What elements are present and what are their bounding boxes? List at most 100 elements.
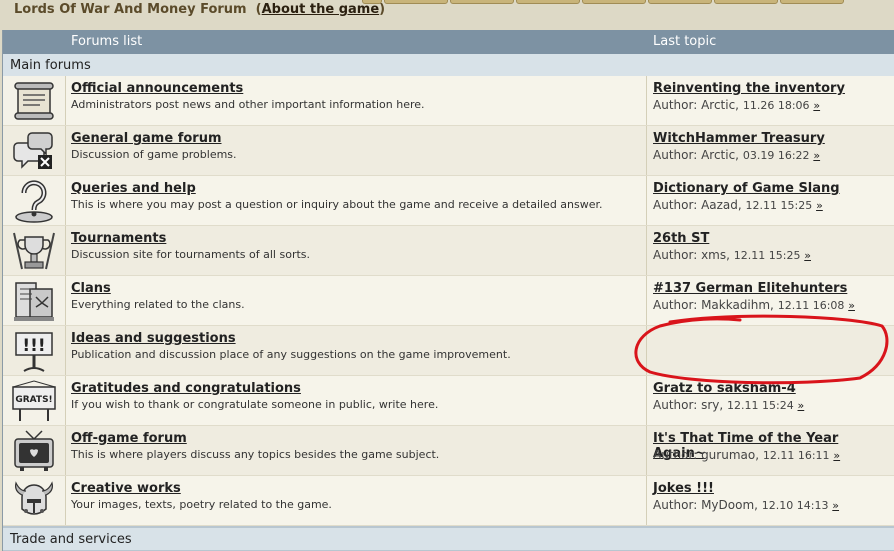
post-date: 12.11 16:11 (762, 449, 830, 462)
forum-info-cell: Creative works Your images, texts, poetr… (66, 476, 647, 525)
forum-icon-cell (3, 276, 66, 325)
last-topic-author: Author: MyDoom, 12.10 14:13 » (653, 498, 839, 512)
author-name: Aazad, (701, 198, 742, 212)
last-topic-cell: Gratz to saksham-4 Author: sry, 12.11 15… (647, 376, 894, 425)
last-topic-cell: 26th ST Author: xms, 12.11 15:25 » (647, 226, 894, 275)
svg-text:!!!: !!! (22, 336, 45, 356)
post-date: 12.11 16:08 (777, 299, 845, 312)
forum-link-gratitudes-and-congratulations[interactable]: Gratitudes and congratulations (71, 381, 301, 396)
forum-icon-cell (3, 426, 66, 475)
forum-info-cell: General game forum Discussion of game pr… (66, 126, 647, 175)
forum-description: This is where you may post a question or… (71, 198, 603, 211)
last-topic-cell (647, 326, 894, 375)
author-name: xms, (701, 248, 730, 262)
go-to-last-post-link[interactable]: » (816, 199, 823, 212)
author-name: Makkadihm, (701, 298, 774, 312)
nav-tab[interactable] (714, 0, 778, 4)
clan-banner-icon (14, 282, 54, 321)
about-game-link[interactable]: About the game (262, 2, 380, 17)
forum-link-creative-works[interactable]: Creative works (71, 481, 181, 496)
author-label: Author: (653, 198, 698, 212)
last-topic-cell: WitchHammer Treasury Author: Arctic, 03.… (647, 126, 894, 175)
tv-icon (14, 430, 54, 471)
forum-link-tournaments[interactable]: Tournaments (71, 231, 166, 246)
forum-link-clans[interactable]: Clans (71, 281, 111, 296)
speech-bubbles-icon (13, 132, 53, 169)
forum-row: Official announcements Administrators po… (3, 76, 894, 126)
go-to-last-post-link[interactable]: » (813, 99, 820, 112)
nav-tab[interactable] (582, 0, 646, 4)
scroll-announcement-icon (14, 82, 54, 120)
post-date: 11.26 18:06 (742, 99, 810, 112)
author-name: gurumao, (701, 448, 760, 462)
go-to-last-post-link[interactable]: » (804, 249, 811, 262)
forum-icon-cell (3, 226, 66, 275)
go-to-last-post-link[interactable]: » (848, 299, 855, 312)
last-topic-link[interactable]: #137 German Elitehunters (653, 281, 847, 296)
nav-tab[interactable] (384, 0, 448, 4)
nav-tab[interactable] (648, 0, 712, 4)
forum-link-official-announcements[interactable]: Official announcements (71, 81, 243, 96)
last-topic-link[interactable]: Dictionary of Game Slang (653, 181, 840, 196)
forum-description: If you wish to thank or congratulate som… (71, 398, 439, 411)
last-topic-cell: Dictionary of Game Slang Author: Aazad, … (647, 176, 894, 225)
forum-info-cell: Gratitudes and congratulations If you wi… (66, 376, 647, 425)
author-name: Arctic, (701, 148, 739, 162)
last-topic-cell: Jokes !!! Author: MyDoom, 12.10 14:13 » (647, 476, 894, 525)
forum-row: General game forum Discussion of game pr… (3, 126, 894, 176)
forum-link-general-game-forum[interactable]: General game forum (71, 131, 222, 146)
go-to-last-post-link[interactable]: » (798, 399, 805, 412)
author-label: Author: (653, 298, 698, 312)
last-topic-author: Author: Makkadihm, 12.11 16:08 » (653, 298, 855, 312)
section-main-forums: Main forums (3, 54, 894, 76)
author-name: MyDoom, (701, 498, 758, 512)
author-label: Author: (653, 248, 698, 262)
nav-tab[interactable] (780, 0, 844, 4)
post-date: 03.19 16:22 (742, 149, 810, 162)
forum-link-off-game-forum[interactable]: Off-game forum (71, 431, 187, 446)
last-topic-author: Author: Arctic, 11.26 18:06 » (653, 98, 820, 112)
forum-row: Clans Everything related to the clans. #… (3, 276, 894, 326)
last-topic-link[interactable]: Reinventing the inventory (653, 81, 845, 96)
post-date: 12.11 15:25 (745, 199, 813, 212)
go-to-last-post-link[interactable]: » (833, 449, 840, 462)
author-label: Author: (653, 98, 698, 112)
svg-text:GRATS!: GRATS! (15, 395, 52, 405)
post-date: 12.11 15:25 (733, 249, 801, 262)
forum-table: Forums list Last topic Main forums Offic… (2, 30, 894, 551)
section-title: Trade and services (10, 532, 132, 547)
last-topic-author: Author: xms, 12.11 15:25 » (653, 248, 811, 262)
forum-title: Lords Of War And Money Forum (About the … (14, 2, 385, 17)
last-topic-cell: Reinventing the inventory Author: Arctic… (647, 76, 894, 125)
forum-info-cell: Queries and help This is where you may p… (66, 176, 647, 225)
last-topic-link[interactable]: Jokes !!! (653, 481, 714, 496)
nav-tab[interactable] (450, 0, 514, 4)
go-to-last-post-link[interactable]: » (813, 149, 820, 162)
forum-icon-cell (3, 126, 66, 175)
last-topic-author: Author: Arctic, 03.19 16:22 » (653, 148, 820, 162)
forum-info-cell: Ideas and suggestions Publication and di… (66, 326, 647, 375)
forum-icon-cell (3, 76, 66, 125)
forum-description: This is where players discuss any topics… (71, 448, 440, 461)
forum-link-ideas-and-suggestions[interactable]: Ideas and suggestions (71, 331, 236, 346)
last-topic-link[interactable]: 26th ST (653, 231, 709, 246)
section-trade-and-services: Trade and services (3, 528, 894, 550)
author-name: sry, (701, 398, 724, 412)
forum-description: Discussion of game problems. (71, 148, 237, 161)
forum-link-queries-and-help[interactable]: Queries and help (71, 181, 196, 196)
helmet-icon (15, 481, 53, 515)
forum-row: Queries and help This is where you may p… (3, 176, 894, 226)
go-to-last-post-link[interactable]: » (832, 499, 839, 512)
last-topic-link[interactable]: WitchHammer Treasury (653, 131, 825, 146)
forum-description: Everything related to the clans. (71, 298, 245, 311)
nav-tab[interactable] (516, 0, 580, 4)
forum-row: Creative works Your images, texts, poetr… (3, 476, 894, 526)
last-topic-link[interactable]: Gratz to saksham-4 (653, 381, 796, 396)
forum-description: Discussion site for tournaments of all s… (71, 248, 311, 261)
forums-list-header: Forums list (71, 34, 143, 49)
last-topic-header: Last topic (653, 34, 717, 49)
author-label: Author: (653, 398, 698, 412)
forum-info-cell: Off-game forum This is where players dis… (66, 426, 647, 475)
forum-row: Tournaments Discussion site for tourname… (3, 226, 894, 276)
forum-row: Off-game forum This is where players dis… (3, 426, 894, 476)
